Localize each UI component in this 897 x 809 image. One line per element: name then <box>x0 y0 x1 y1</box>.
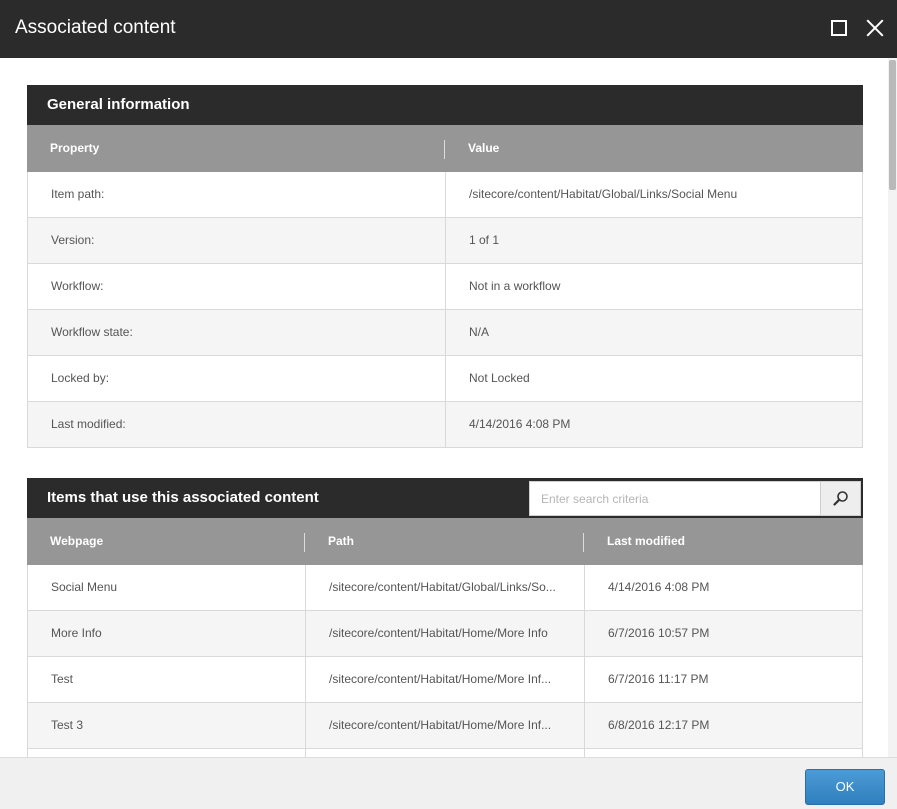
column-header-webpage[interactable]: Webpage <box>27 518 305 565</box>
modified-cell: 6/8/2016 12:17 PM <box>608 718 710 732</box>
webpage-cell: Test <box>51 672 74 686</box>
table-row[interactable]: Test 3 /sitecore/content/Habitat/Home/Mo… <box>27 703 863 749</box>
scrollbar-thumb[interactable] <box>889 60 896 190</box>
value-cell: Not Locked <box>469 371 530 385</box>
modified-cell: 6/7/2016 10:57 PM <box>608 626 710 640</box>
column-header-last-modified[interactable]: Last modified <box>584 518 861 565</box>
dialog-content[interactable]: General information Property Value Item … <box>0 58 897 757</box>
property-cell: Last modified: <box>51 417 126 431</box>
table-row: Workflow state: N/A <box>27 310 863 356</box>
search-box <box>529 481 861 516</box>
table-row[interactable] <box>27 749 863 757</box>
table-row: Last modified: 4/14/2016 4:08 PM <box>27 402 863 448</box>
dialog-title: Associated content <box>15 17 176 38</box>
path-cell: /sitecore/content/Habitat/Home/More Inf.… <box>329 718 552 732</box>
path-cell: /sitecore/content/Habitat/Home/More Inf.… <box>329 672 552 686</box>
table-row: Item path: /sitecore/content/Habitat/Glo… <box>27 172 863 218</box>
property-cell: Workflow state: <box>51 325 133 339</box>
webpage-cell: Test 3 <box>51 718 84 732</box>
webpage-cell <box>28 749 306 757</box>
column-header-property[interactable]: Property <box>27 125 445 172</box>
maximize-button[interactable] <box>828 17 850 39</box>
ok-button[interactable]: OK <box>805 769 885 805</box>
property-cell: Locked by: <box>51 371 110 385</box>
search-icon <box>833 491 848 506</box>
webpage-cell: Social Menu <box>51 580 118 594</box>
associated-items-title: Items that use this associated content <box>47 489 319 506</box>
value-cell: 1 of 1 <box>469 233 500 247</box>
property-cell: Version: <box>51 233 95 247</box>
table-row: Workflow: Not in a workflow <box>27 264 863 310</box>
property-cell: Workflow: <box>51 279 104 293</box>
property-cell: Item path: <box>51 187 105 201</box>
path-cell <box>306 749 585 757</box>
modified-cell <box>585 749 862 757</box>
general-information-panel: General information Property Value Item … <box>27 85 863 448</box>
maximize-icon <box>831 20 847 36</box>
general-column-header: Property Value <box>27 125 863 172</box>
general-information-title: General information <box>47 96 190 113</box>
table-row[interactable]: Test /sitecore/content/Habitat/Home/More… <box>27 657 863 703</box>
value-cell: 4/14/2016 4:08 PM <box>469 417 571 431</box>
search-input[interactable] <box>530 482 820 515</box>
dialog-footer: OK <box>0 757 897 809</box>
table-row: Locked by: Not Locked <box>27 356 863 402</box>
items-column-header: Webpage Path Last modified <box>27 518 863 565</box>
column-header-path[interactable]: Path <box>305 518 584 565</box>
table-row[interactable]: More Info /sitecore/content/Habitat/Home… <box>27 611 863 657</box>
column-header-value[interactable]: Value <box>445 125 861 172</box>
webpage-cell: More Info <box>51 626 102 640</box>
general-information-header: General information <box>27 85 863 125</box>
path-cell: /sitecore/content/Habitat/Global/Links/S… <box>329 580 556 594</box>
value-cell: N/A <box>469 325 490 339</box>
table-row: Version: 1 of 1 <box>27 218 863 264</box>
path-cell: /sitecore/content/Habitat/Home/More Info <box>329 626 548 640</box>
value-cell: /sitecore/content/Habitat/Global/Links/S… <box>469 187 738 201</box>
modified-cell: 4/14/2016 4:08 PM <box>608 580 710 594</box>
search-button[interactable] <box>820 482 860 515</box>
associated-items-panel: Items that use this associated content W… <box>27 478 863 757</box>
close-button[interactable] <box>864 17 886 39</box>
table-row[interactable]: Social Menu /sitecore/content/Habitat/Gl… <box>27 565 863 611</box>
dialog-titlebar: Associated content <box>0 0 897 58</box>
value-cell: Not in a workflow <box>469 279 561 293</box>
associated-items-header: Items that use this associated content <box>27 478 863 518</box>
modified-cell: 6/7/2016 11:17 PM <box>608 672 709 686</box>
